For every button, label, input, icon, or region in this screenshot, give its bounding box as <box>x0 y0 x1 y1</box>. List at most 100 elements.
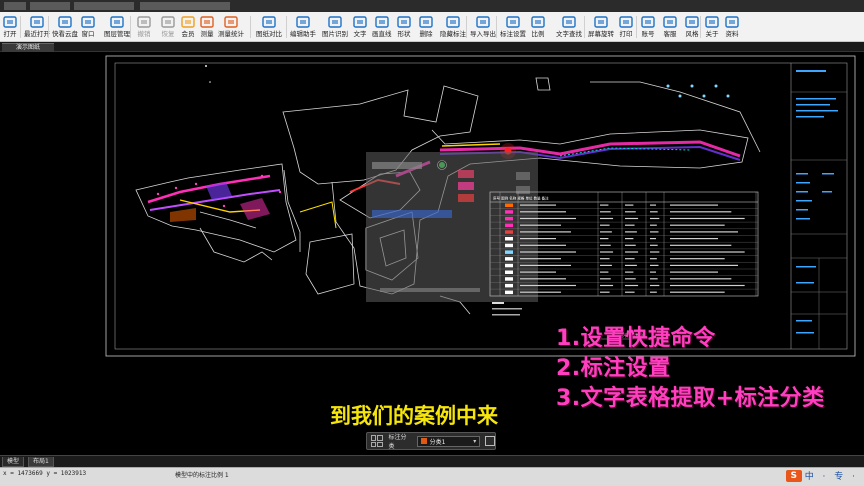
toolbar-button-text-search[interactable]: 文字查找 <box>556 13 582 41</box>
legend-cell-text <box>625 264 637 266</box>
legend-cell-text <box>600 211 611 213</box>
legend-cell-text <box>600 231 612 233</box>
toolbar-button-print[interactable]: 打印 <box>618 13 634 41</box>
legend-cell-text <box>520 224 561 226</box>
toolbar-button-vip[interactable]: 会员 <box>180 13 196 41</box>
toolbar-separator <box>636 16 637 38</box>
tab-layout1[interactable]: 布局1 <box>28 457 54 467</box>
toolbar-button-eraser[interactable]: 删除 <box>418 13 434 41</box>
toolbar-button-label: 比例 <box>531 30 545 38</box>
toolbar-button-about[interactable]: 关于 <box>704 13 720 41</box>
annotation-settings-icon <box>506 16 520 28</box>
toolbar-button-docs[interactable]: 资料 <box>724 13 740 41</box>
legend-cell-text <box>600 224 610 226</box>
toolbar-button-import-export[interactable]: 导入导出 <box>470 13 496 41</box>
legend-swatch <box>505 223 513 228</box>
legend-cell-text <box>625 284 639 287</box>
legend-cell-text <box>600 278 611 280</box>
category-selected-value: 分类1 <box>429 438 446 446</box>
legend-cell-text <box>670 284 745 287</box>
toolbar-button-label: 测量统计 <box>218 30 244 38</box>
annotation-category-bar[interactable]: 标注分类 分类1 ▾ <box>366 432 496 450</box>
account-icon <box>641 16 655 28</box>
title-block-text <box>796 70 838 334</box>
toolbar-button-label: 恢复 <box>161 30 175 38</box>
tab-demo-drawing[interactable]: 演示图纸 <box>2 43 54 52</box>
toolbar-separator <box>48 16 49 38</box>
toolbar-button-scale[interactable]: 比例 <box>530 13 546 41</box>
style-icon <box>685 16 699 28</box>
toolbar-button-measure[interactable]: 测量 <box>199 13 215 41</box>
toolbar-button-label: 风格 <box>685 30 699 38</box>
toolbar-button-label: 打印 <box>619 30 633 38</box>
toolbar-button-rotate[interactable]: 屏幕旋转 <box>588 13 614 41</box>
toolbar-button-label: 资料 <box>725 30 739 38</box>
text-search-icon <box>562 16 576 28</box>
toolbar-button-label: 标注设置 <box>500 30 526 38</box>
redo-icon <box>161 16 175 28</box>
grid-icon[interactable] <box>371 435 383 447</box>
toolbar-button-window[interactable]: 窗口 <box>80 13 96 41</box>
legend-cell-text <box>650 271 656 273</box>
layers-icon <box>110 16 124 28</box>
legend-cell-text <box>520 271 556 273</box>
legend-cell-text <box>625 244 636 246</box>
edit-assistant-icon <box>296 16 310 28</box>
toolbar-button-hide-annotation[interactable]: 隐藏标注 <box>440 13 466 41</box>
toolbar-button-label: 屏幕旋转 <box>588 30 614 38</box>
support-icon <box>663 16 677 28</box>
toolbar-button-layers[interactable]: 图层管理 <box>104 13 130 41</box>
toolbar-button-recent-files[interactable]: 最近打开 <box>24 13 50 41</box>
about-icon <box>705 16 719 28</box>
legend-cell-text <box>625 238 634 240</box>
legend-cell-text <box>600 264 612 266</box>
toolbar-button-annotation-settings[interactable]: 标注设置 <box>500 13 526 41</box>
drawing-canvas[interactable]: 序号 图例 名称 规格 单位 数量 备注 总平面布置图 1.设置快捷命令 2.标… <box>0 52 864 455</box>
toolbar-button-measure-stats[interactable]: 测量统计 <box>218 13 244 41</box>
recent-files-icon <box>30 16 44 28</box>
legend-cell-text <box>625 271 634 273</box>
toolbar-button-folder-open[interactable]: 打开 <box>2 13 18 41</box>
toolbar-button-compare[interactable]: 图纸对比 <box>256 13 282 41</box>
toolbar-separator <box>496 16 497 38</box>
toolbar-button-line[interactable]: 画直线 <box>372 13 392 41</box>
legend-cell-text <box>670 224 725 226</box>
toolbar-button-label: 关于 <box>705 30 719 38</box>
tab-model[interactable]: 模型 <box>2 457 25 467</box>
legend-cell-text <box>600 244 611 246</box>
toolbar-button-account[interactable]: 账号 <box>640 13 656 41</box>
legend-cell-text <box>520 284 576 287</box>
toolbar-button-edit-assistant[interactable]: 编辑助手 <box>290 13 316 41</box>
toolbar-button-style[interactable]: 风格 <box>684 13 700 41</box>
legend-cell-text <box>670 244 732 246</box>
legend-cell-text <box>650 278 658 280</box>
main-toolbar: 打开 最近打开 快看云盘 窗口 图层管理 撤销 恢复 会员 测量 测量统计 图纸对比 编辑助手 图片识别… <box>0 12 864 42</box>
eraser-icon <box>419 16 433 28</box>
legend-cell-text <box>625 211 636 213</box>
toolbar-separator <box>584 16 585 38</box>
toolbar-separator <box>466 16 467 38</box>
category-select[interactable]: 分类1 ▾ <box>416 435 481 447</box>
toolbar-separator <box>286 16 287 38</box>
toolbar-button-image-recognition[interactable]: 图片识别 <box>322 13 348 41</box>
toolbar-button-shape[interactable]: 形状 <box>396 13 412 41</box>
legend-cell-text <box>650 284 660 287</box>
toolbar-button-support[interactable]: 客服 <box>662 13 678 41</box>
toolbar-button-label: 最近打开 <box>24 30 50 38</box>
legend-cell-text <box>670 231 738 233</box>
toolbar-button-redo[interactable]: 恢复 <box>160 13 176 41</box>
toolbar-button-cloud-drive[interactable]: 快看云盘 <box>52 13 78 41</box>
toolbar-button-label: 快看云盘 <box>52 30 78 38</box>
toolbar-button-text[interactable]: 文字 <box>352 13 368 41</box>
toolbar-button-undo[interactable]: 撤销 <box>136 13 152 41</box>
toolbar-button-label: 导入导出 <box>470 30 496 38</box>
legend-cell-text <box>670 238 718 240</box>
toolbar-separator <box>20 16 21 38</box>
edit-category-icon[interactable] <box>485 436 495 446</box>
legend-cell-text <box>625 204 634 206</box>
compare-icon <box>262 16 276 28</box>
legend-swatch <box>505 243 513 248</box>
legend-cell-text <box>520 211 566 213</box>
legend-swatch <box>505 290 513 295</box>
text-icon <box>353 16 367 28</box>
